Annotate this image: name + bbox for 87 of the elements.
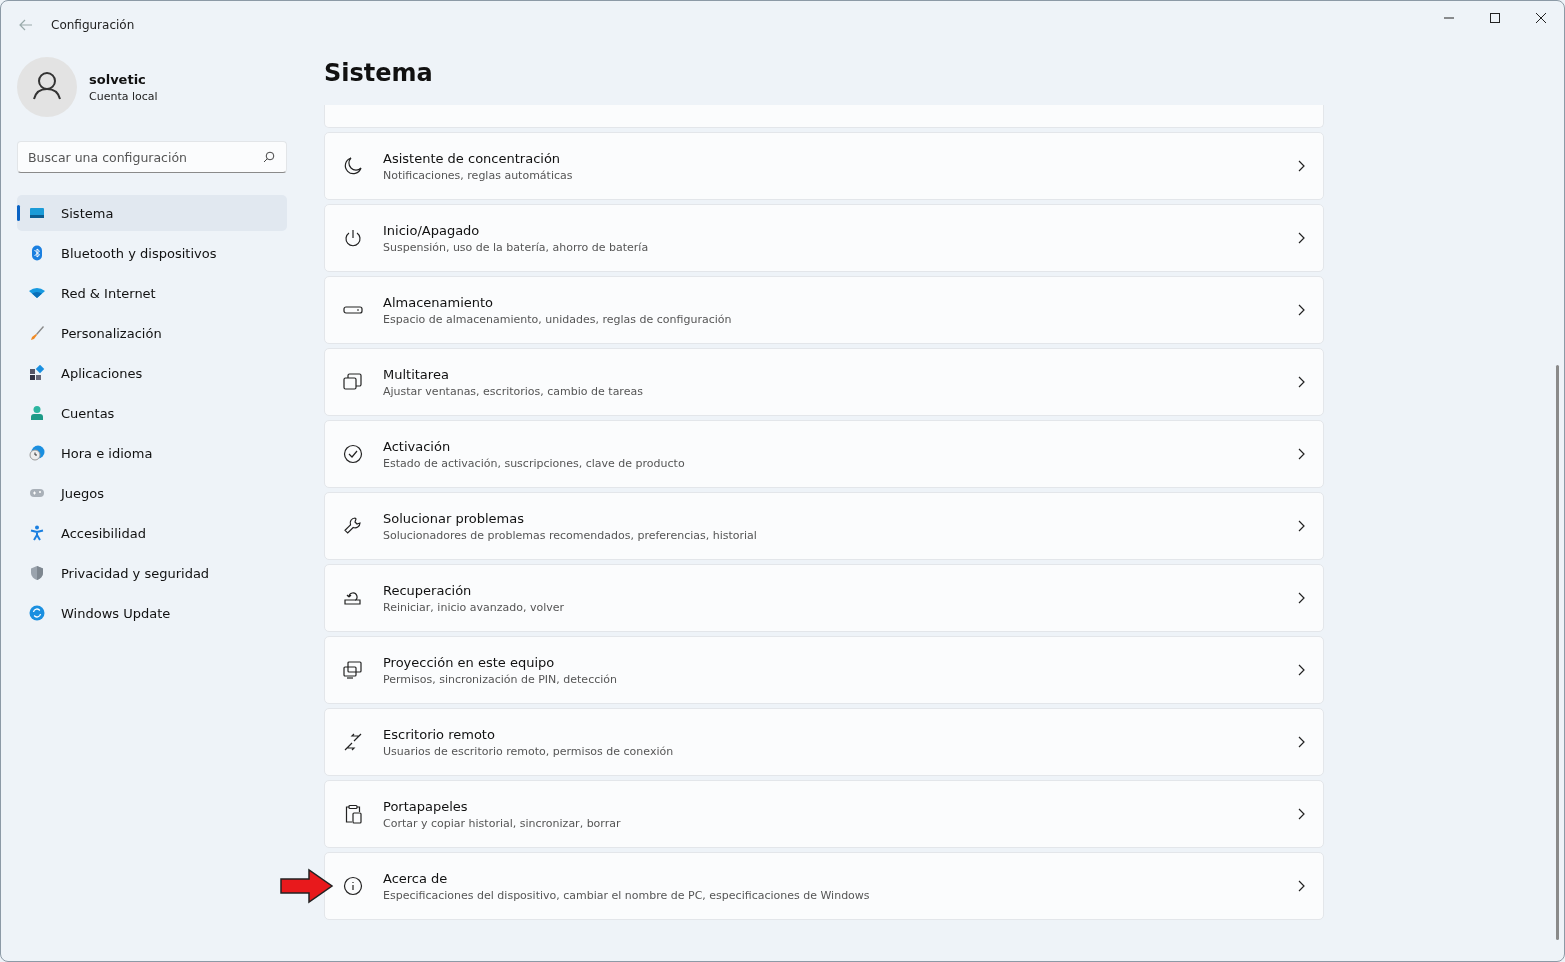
sidebar-item[interactable]: Personalización (17, 315, 287, 351)
chevron-right-icon (1297, 160, 1305, 172)
setting-title: Solucionar problemas (383, 510, 525, 526)
window-title: Configuración (51, 18, 135, 32)
setting-title: Recuperación (383, 582, 473, 598)
power-icon (343, 228, 363, 248)
clipboard-icon (343, 804, 363, 824)
setting-title: Activación (383, 438, 452, 454)
sidebar-item[interactable]: Cuentas (17, 395, 287, 431)
settings-card[interactable]: Proyección en este equipo Permisos, sincronización de PIN, detección (324, 636, 1324, 704)
settings-card[interactable]: Portapapeles Cortar y copiar historial, sincronizar, borrar (324, 780, 1324, 848)
projection-icon (343, 660, 363, 680)
windows-stack-icon (343, 372, 363, 392)
setting-description: Solucionadores de problemas recomendados, preferencias, historial (383, 528, 757, 542)
account-name: solvetic (89, 71, 147, 87)
setting-description: Espacio de almacenamiento, unidades, reglas de configuración (383, 312, 732, 326)
pointer-arrow (280, 868, 334, 904)
setting-description: Usuarios de escritorio remoto, permisos de conexión (383, 744, 674, 758)
sidebar-item[interactable]: Hora e idioma (17, 435, 287, 471)
page-title: Sistema (324, 59, 434, 89)
setting-title: Escritorio remoto (383, 726, 496, 742)
scrollbar-thumb[interactable] (1556, 365, 1559, 940)
sidebar-item[interactable]: Windows Update (17, 595, 287, 631)
sidebar-item[interactable]: Red & Internet (17, 275, 287, 311)
chevron-right-icon (1297, 448, 1305, 460)
chevron-right-icon (1297, 808, 1305, 820)
wifi-icon (29, 285, 45, 301)
chevron-right-icon (1297, 880, 1305, 892)
setting-description: Cortar y copiar historial, sincronizar, borrar (383, 816, 621, 830)
back-arrow-icon[interactable] (19, 19, 33, 31)
search-field[interactable]: Buscar una configuración (17, 141, 287, 173)
sidebar-item[interactable]: Aplicaciones (17, 355, 287, 391)
shield-icon (29, 565, 45, 581)
chevron-right-icon (1297, 664, 1305, 676)
setting-description: Notificaciones, reglas automáticas (383, 168, 573, 182)
setting-description: Estado de activación, suscripciones, clave de producto (383, 456, 685, 470)
settings-card[interactable]: Recuperación Reiniciar, inicio avanzado, volver (324, 564, 1324, 632)
sidebar-item[interactable]: Bluetooth y dispositivos (17, 235, 287, 271)
avatar-icon (17, 57, 77, 117)
settings-card[interactable]: Asistente de concentración Notificaciones, reglas automáticas (324, 132, 1324, 200)
settings-card[interactable]: Solucionar problemas Solucionadores de problemas recomendados, preferencias, historial (324, 492, 1324, 560)
person-icon (29, 405, 45, 421)
close-icon[interactable] (1535, 12, 1547, 24)
setting-description: Suspensión, uso de la batería, ahorro de batería (383, 240, 649, 254)
sidebar-item[interactable]: Privacidad y seguridad (17, 555, 287, 591)
display-icon (29, 205, 45, 221)
setting-title: Almacenamiento (383, 294, 495, 310)
setting-title: Acerca de (383, 870, 449, 886)
setting-description: Reiniciar, inicio avanzado, volver (383, 600, 565, 614)
settings-card[interactable]: Multitarea Ajustar ventanas, escritorios, cambio de tareas (324, 348, 1324, 416)
setting-description: Especificaciones del dispositivo, cambiar el nombre de PC, especificaciones de Windows (383, 888, 870, 902)
chevron-right-icon (1297, 736, 1305, 748)
settings-card[interactable]: Inicio/Apagado Suspensión, uso de la batería, ahorro de batería (324, 204, 1324, 272)
setting-description: Ajustar ventanas, escritorios, cambio de tareas (383, 384, 643, 398)
bluetooth-icon (29, 245, 45, 261)
accessibility-icon (29, 525, 45, 541)
info-icon (343, 876, 363, 896)
settings-card[interactable]: Activación Estado de activación, suscripciones, clave de producto (324, 420, 1324, 488)
maximize-icon[interactable] (1489, 12, 1501, 24)
chevron-right-icon (1297, 232, 1305, 244)
chevron-right-icon (1297, 520, 1305, 532)
setting-title: Inicio/Apagado (383, 222, 481, 238)
settings-card[interactable]: Almacenamiento Espacio de almacenamiento, unidades, reglas de configuración (324, 276, 1324, 344)
brush-icon (29, 325, 45, 341)
account-type: Cuenta local (89, 89, 158, 103)
moon-icon (343, 156, 363, 176)
sidebar-item[interactable]: Juegos (17, 475, 287, 511)
chevron-right-icon (1297, 376, 1305, 388)
selection-indicator (17, 205, 20, 221)
chevron-right-icon (1297, 304, 1305, 316)
remote-icon (343, 732, 363, 752)
sidebar-item[interactable]: Sistema (17, 195, 287, 231)
settings-card[interactable]: Acerca de Especificaciones del dispositivo, cambiar el nombre de PC, especificaciones de Windows (324, 852, 1324, 920)
search-icon (263, 151, 275, 163)
setting-title: Proyección en este equipo (383, 654, 556, 670)
wrench-icon (343, 516, 363, 536)
setting-title: Portapapeles (383, 798, 469, 814)
check-circle-icon (343, 444, 363, 464)
sidebar-item[interactable]: Accesibilidad (17, 515, 287, 551)
sync-icon (29, 605, 45, 621)
chevron-right-icon (1297, 592, 1305, 604)
apps-icon (29, 365, 45, 381)
settings-card[interactable]: Escritorio remoto Usuarios de escritorio remoto, permisos de conexión (324, 708, 1324, 776)
setting-title: Asistente de concentración (383, 150, 562, 166)
setting-description: Permisos, sincronización de PIN, detección (383, 672, 617, 686)
setting-title: Multitarea (383, 366, 450, 382)
clock-globe-icon (29, 445, 45, 461)
